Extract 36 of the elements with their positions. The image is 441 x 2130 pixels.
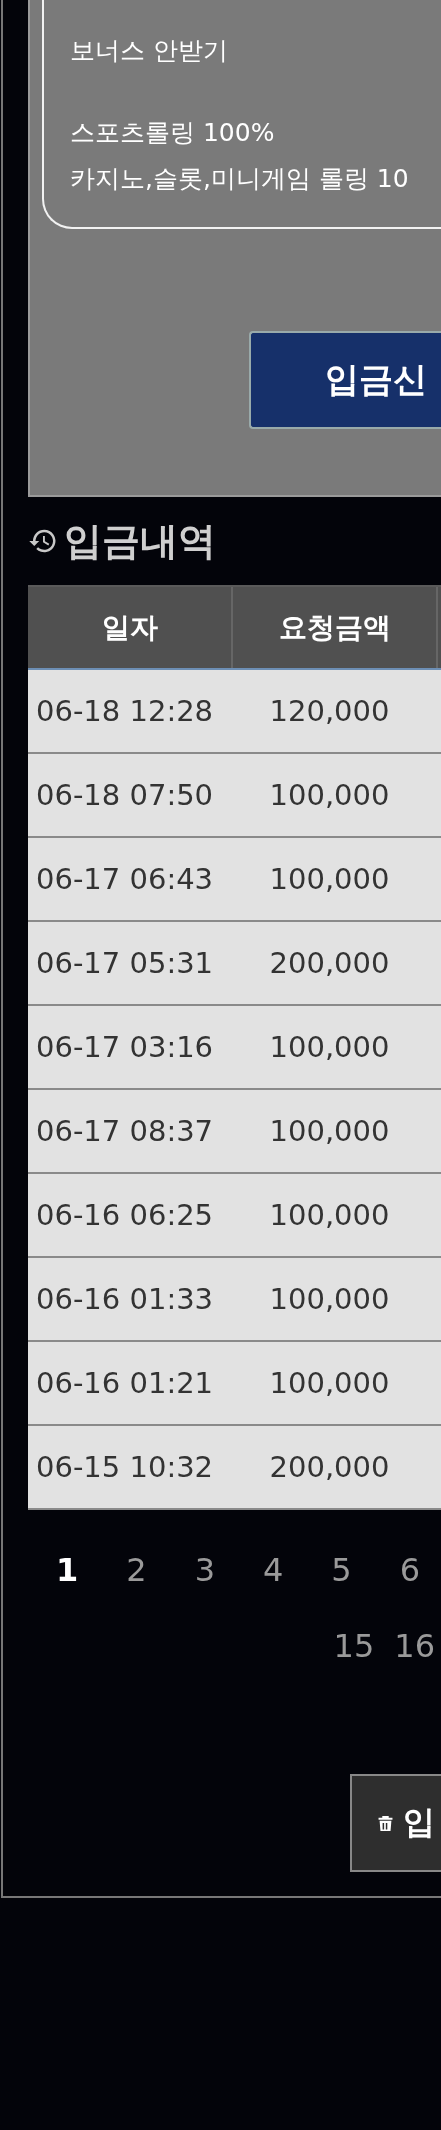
delete-button[interactable]: 입 [350,1774,441,1872]
amount-cell-text: 200,000 [268,945,391,982]
date-cell-text: 06-16 01:21 [35,1365,215,1402]
bonus-text: 보너스 안받기 [70,35,229,67]
bonus-text: 카지노,슬롯,미니게임 롤링 10 [70,163,410,195]
amount-cell-text: 100,000 [268,1365,391,1402]
page-link[interactable]: 5 [331,1551,352,1589]
amount-cell-text: 200,000 [268,1449,391,1486]
date-cell-text: 06-17 03:16 [35,1029,215,1066]
amount-cell-text: 100,000 [268,1281,391,1318]
date-cell-text: 06-18 12:28 [35,693,215,730]
date-cell-text: 06-16 01:33 [35,1281,215,1318]
amount-cell-text: 100,000 [268,1029,391,1066]
date-cell-text: 06-17 05:31 [35,945,215,982]
bonus-text: 스포츠롤링 100% [70,117,276,149]
amount-cell-text: 120,000 [268,693,391,730]
date-cell-text: 06-17 06:43 [35,861,215,898]
amount-cell-text: 100,000 [268,1113,391,1150]
date-cell-text: 06-17 08:37 [35,1113,215,1150]
page-link[interactable]: 15 [333,1627,375,1665]
column-header: 요청금액 [233,587,438,668]
deposit-request-button[interactable]: 입금신 [249,331,441,429]
amount-cell-text: 100,000 [268,1197,391,1234]
page-link[interactable]: 4 [263,1551,284,1589]
page-link[interactable]: 2 [126,1551,147,1589]
column-header: 일자 [28,587,233,668]
date-cell-text: 06-18 07:50 [35,777,215,814]
page-link[interactable]: 16 [394,1627,435,1665]
page-link[interactable]: 6 [399,1551,421,1589]
date-cell-text: 06-16 06:25 [35,1197,215,1234]
amount-cell-text: 100,000 [268,777,391,814]
page-link[interactable]: 3 [194,1551,215,1589]
page-link[interactable]: 1 [56,1551,79,1589]
amount-cell-text: 100,000 [268,861,391,898]
date-cell-text: 06-15 10:32 [35,1449,215,1486]
section-title: 입금내역 [64,517,216,565]
